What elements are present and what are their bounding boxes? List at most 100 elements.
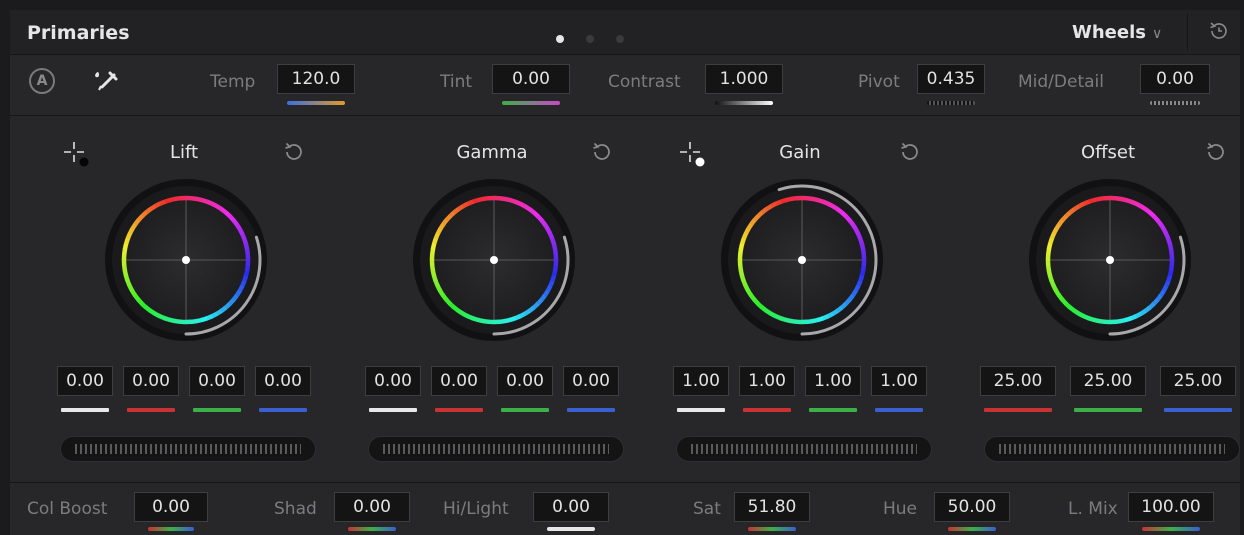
sat-indicator bbox=[748, 527, 796, 531]
temp-field[interactable]: 120.0 bbox=[277, 64, 355, 94]
page-dot-1[interactable] bbox=[556, 35, 564, 43]
primaries-panel: Primaries Wheels ∨ A Temp 120.0 Tint 0.00 Con… bbox=[10, 10, 1240, 535]
offset-red-value[interactable]: 25.00 bbox=[980, 366, 1056, 396]
crosshair-icon[interactable] bbox=[62, 140, 92, 170]
col-boost-label: Col Boost bbox=[27, 499, 108, 519]
history-icon[interactable] bbox=[1208, 20, 1230, 42]
jog-wheel-lift[interactable] bbox=[60, 436, 316, 462]
color-wheel-lift[interactable] bbox=[104, 178, 268, 342]
wheel-section-offset: Offset 25.00 25.00 25.00 bbox=[954, 116, 1244, 482]
color-wheel-offset[interactable] bbox=[1028, 178, 1192, 342]
offset-blue-bar bbox=[1164, 408, 1232, 412]
auto-balance-icon[interactable]: A bbox=[29, 68, 55, 94]
shad-field[interactable]: 0.00 bbox=[334, 492, 410, 522]
contrast-indicator bbox=[715, 101, 773, 105]
lift-red-value[interactable]: 0.00 bbox=[123, 366, 179, 396]
mode-dropdown[interactable]: Wheels ∨ bbox=[1072, 22, 1162, 43]
gain-white-bar bbox=[677, 408, 725, 412]
jog-wheel-gamma[interactable] bbox=[368, 436, 624, 462]
gain-red-bar bbox=[743, 408, 791, 412]
value-row-lift: 0.00 0.00 0.00 0.00 bbox=[30, 366, 338, 412]
pivot-indicator bbox=[927, 101, 975, 105]
color-wheel-gain[interactable] bbox=[720, 178, 884, 342]
shad-indicator bbox=[348, 527, 396, 531]
panel-header: Primaries Wheels ∨ bbox=[10, 10, 1240, 55]
mid-detail-field[interactable]: 0.00 bbox=[1140, 64, 1210, 94]
lift-green-bar bbox=[193, 408, 241, 412]
bottom-params-bar: Col Boost 0.00 Shad 0.00 Hi/Light 0.00 Sat 51.8… bbox=[10, 482, 1240, 535]
adjust-toolbar: A Temp 120.0 Tint 0.00 Contrast 1.000 Pivot 0.4… bbox=[10, 55, 1240, 116]
pivot-field[interactable]: 0.435 bbox=[917, 64, 985, 94]
jog-wheel-gain[interactable] bbox=[676, 436, 932, 462]
offset-green-bar bbox=[1074, 408, 1142, 412]
gamma-red-value[interactable]: 0.00 bbox=[431, 366, 487, 396]
reset-icon[interactable] bbox=[1204, 140, 1228, 164]
gamma-green-value[interactable]: 0.00 bbox=[497, 366, 553, 396]
col-boost-indicator bbox=[148, 527, 194, 531]
page-dot-2[interactable] bbox=[586, 35, 594, 43]
gamma-blue-value[interactable]: 0.00 bbox=[563, 366, 619, 396]
value-row-gain: 1.00 1.00 1.00 1.00 bbox=[646, 366, 954, 412]
mid-detail-indicator bbox=[1150, 101, 1200, 105]
crosshair-icon[interactable] bbox=[678, 140, 708, 170]
lift-blue-bar bbox=[259, 408, 307, 412]
offset-blue-value[interactable]: 25.00 bbox=[1160, 366, 1236, 396]
l-mix-label: L. Mix bbox=[1068, 499, 1118, 519]
page-indicator bbox=[556, 28, 646, 47]
mid-detail-label: Mid/Detail bbox=[1018, 72, 1104, 92]
tint-indicator bbox=[502, 101, 560, 105]
gain-red-value[interactable]: 1.00 bbox=[739, 366, 795, 396]
sat-label: Sat bbox=[693, 499, 721, 519]
hi-light-label: Hi/Light bbox=[443, 499, 509, 519]
color-wheel-gamma[interactable] bbox=[412, 178, 576, 342]
jog-wheel-offset[interactable] bbox=[984, 436, 1240, 462]
contrast-field[interactable]: 1.000 bbox=[705, 64, 783, 94]
lift-red-bar bbox=[127, 408, 175, 412]
header-divider bbox=[1187, 13, 1188, 51]
value-row-offset: 25.00 25.00 25.00 bbox=[954, 366, 1244, 412]
gamma-red-bar bbox=[435, 408, 483, 412]
panel-title: Primaries bbox=[27, 22, 130, 44]
page-dot-3[interactable] bbox=[616, 35, 624, 43]
col-boost-field[interactable]: 0.00 bbox=[134, 492, 208, 522]
gain-blue-bar bbox=[875, 408, 923, 412]
lift-white-value[interactable]: 0.00 bbox=[57, 366, 113, 396]
gamma-white-value[interactable]: 0.00 bbox=[365, 366, 421, 396]
l-mix-indicator bbox=[1142, 527, 1200, 531]
mode-dropdown-label: Wheels bbox=[1072, 22, 1146, 43]
hue-field[interactable]: 50.00 bbox=[934, 492, 1010, 522]
hue-label: Hue bbox=[883, 499, 918, 519]
lift-blue-value[interactable]: 0.00 bbox=[255, 366, 311, 396]
eyedropper-icon[interactable] bbox=[90, 67, 120, 95]
reset-icon[interactable] bbox=[898, 140, 922, 164]
wheel-section-gain: Gain 1.00 1.00 1.00 1.00 bbox=[646, 116, 954, 482]
wheel-section-lift: Lift 0.00 0.00 0.00 0.00 bbox=[30, 116, 338, 482]
tint-field[interactable]: 0.00 bbox=[492, 64, 570, 94]
hi-light-indicator bbox=[547, 527, 595, 531]
gain-green-bar bbox=[809, 408, 857, 412]
hi-light-field[interactable]: 0.00 bbox=[533, 492, 609, 522]
lift-white-bar bbox=[61, 408, 109, 412]
hue-indicator bbox=[948, 527, 996, 531]
gamma-blue-bar bbox=[567, 408, 615, 412]
l-mix-field[interactable]: 100.00 bbox=[1128, 492, 1214, 522]
offset-green-value[interactable]: 25.00 bbox=[1070, 366, 1146, 396]
contrast-label: Contrast bbox=[608, 72, 681, 92]
gain-green-value[interactable]: 1.00 bbox=[805, 366, 861, 396]
pivot-label: Pivot bbox=[858, 72, 900, 92]
shad-label: Shad bbox=[274, 499, 317, 519]
value-row-gamma: 0.00 0.00 0.00 0.00 bbox=[338, 366, 646, 412]
gamma-green-bar bbox=[501, 408, 549, 412]
gain-white-value[interactable]: 1.00 bbox=[673, 366, 729, 396]
chevron-down-icon: ∨ bbox=[1151, 26, 1163, 42]
offset-red-bar bbox=[984, 408, 1052, 412]
wheel-title-offset: Offset bbox=[1080, 142, 1136, 163]
gain-blue-value[interactable]: 1.00 bbox=[871, 366, 927, 396]
lift-green-value[interactable]: 0.00 bbox=[189, 366, 245, 396]
temp-indicator bbox=[287, 101, 345, 105]
gamma-white-bar bbox=[369, 408, 417, 412]
reset-icon[interactable] bbox=[590, 140, 614, 164]
reset-icon[interactable] bbox=[282, 140, 306, 164]
wheel-section-gamma: Gamma 0.00 0.00 0.00 0.00 bbox=[338, 116, 646, 482]
sat-field[interactable]: 51.80 bbox=[734, 492, 810, 522]
